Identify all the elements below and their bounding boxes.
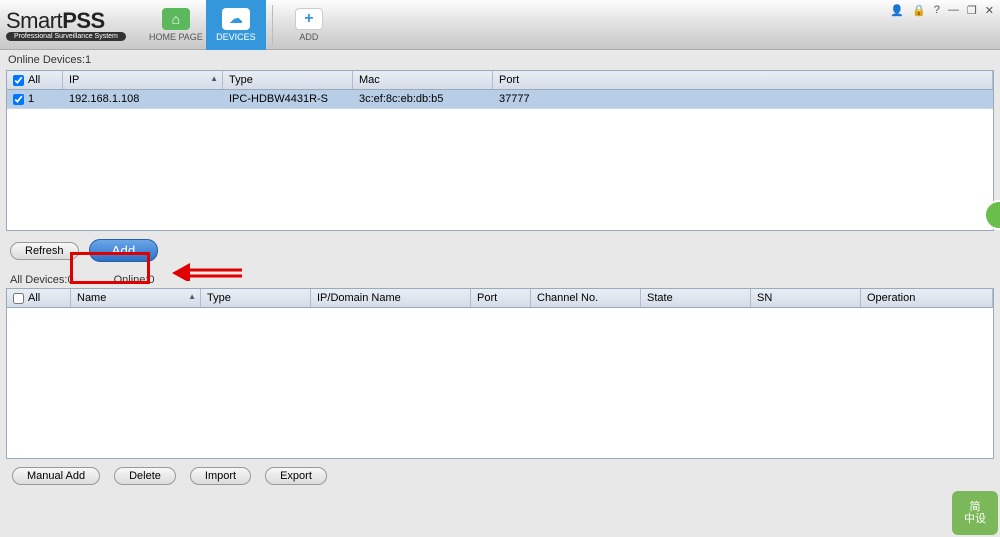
logo-subtitle: Professional Surveillance System	[6, 32, 126, 41]
col2-channel[interactable]: Channel No.	[531, 289, 641, 307]
close-icon[interactable]: ✕	[985, 4, 994, 17]
logo-main: Smart	[6, 8, 62, 33]
col2-name[interactable]: Name ▲	[71, 289, 201, 307]
sort-icon: ▲	[210, 74, 218, 83]
col-mac[interactable]: Mac	[353, 71, 493, 89]
logo-bold: PSS	[62, 8, 105, 33]
col2-all[interactable]: All	[7, 289, 71, 307]
row-index: 1	[28, 93, 34, 105]
online-devices-label: Online Devices:1	[0, 50, 1000, 70]
online-table-header: All IP ▲ Type Mac Port	[7, 71, 993, 90]
manual-add-button[interactable]: Manual Add	[12, 467, 100, 485]
help-icon[interactable]: ?	[934, 4, 940, 17]
nav-add-label: ADD	[299, 32, 318, 42]
online-table-body: 1 192.168.1.108 IPC-HDBW4431R-S 3c:ef:8c…	[7, 90, 993, 230]
import-button[interactable]: Import	[190, 467, 251, 485]
add-button[interactable]: Add	[89, 239, 159, 262]
online-devices-table: All IP ▲ Type Mac Port 1 192.168.1.108 I…	[6, 70, 994, 231]
lock-icon[interactable]: 🔒	[912, 4, 926, 17]
row-type: IPC-HDBW4431R-S	[223, 90, 353, 108]
col2-sn[interactable]: SN	[751, 289, 861, 307]
refresh-button[interactable]: Refresh	[10, 242, 79, 260]
all-table-body	[7, 308, 993, 458]
all-devices-online: Online:0	[114, 274, 155, 286]
app-header: SmartPSS Professional Surveillance Syste…	[0, 0, 1000, 50]
nav-devices-label: DEVICES	[216, 32, 256, 42]
lang-line1: 简	[970, 501, 981, 513]
plus-icon: +	[295, 8, 323, 30]
all-devices-table: All Name ▲ Type IP/Domain Name Port Chan…	[6, 288, 994, 459]
logo-block: SmartPSS Professional Surveillance Syste…	[6, 8, 126, 41]
col-type[interactable]: Type	[223, 71, 353, 89]
all-devices-count: All Devices:0	[10, 274, 74, 286]
maximize-icon[interactable]: ❐	[967, 4, 977, 17]
table-row[interactable]: 1 192.168.1.108 IPC-HDBW4431R-S 3c:ef:8c…	[7, 90, 993, 109]
col2-state[interactable]: State	[641, 289, 751, 307]
logo-text: SmartPSS	[6, 8, 126, 34]
select-all2-checkbox[interactable]	[13, 293, 24, 304]
online-action-row: Refresh Add	[0, 231, 1000, 270]
bottom-action-row: Manual Add Delete Import Export	[0, 459, 1000, 493]
nav-home-label: HOME PAGE	[149, 32, 203, 42]
row-mac: 3c:ef:8c:eb:db:b5	[353, 90, 493, 108]
col2-port[interactable]: Port	[471, 289, 531, 307]
col-ip-label: IP	[69, 74, 79, 86]
export-button[interactable]: Export	[265, 467, 327, 485]
row-checkbox[interactable]	[13, 94, 24, 105]
all-table-header: All Name ▲ Type IP/Domain Name Port Chan…	[7, 289, 993, 308]
minimize-icon[interactable]: —	[948, 4, 959, 17]
delete-button[interactable]: Delete	[114, 467, 176, 485]
col-all-label: All	[28, 74, 40, 86]
select-all-checkbox[interactable]	[13, 75, 24, 86]
col-port[interactable]: Port	[493, 71, 993, 89]
col2-type[interactable]: Type	[201, 289, 311, 307]
devices-icon: ☁	[222, 8, 250, 30]
lang-line2: 中设	[964, 513, 986, 525]
sort-icon: ▲	[188, 292, 196, 301]
row-check-cell: 1	[7, 90, 63, 108]
row-port: 37777	[493, 90, 993, 108]
col-all[interactable]: All	[7, 71, 63, 89]
col2-operation[interactable]: Operation	[861, 289, 993, 307]
nav-devices-tab[interactable]: ☁ DEVICES	[206, 0, 266, 50]
nav-add-tab[interactable]: + ADD	[279, 0, 339, 50]
row-ip: 192.168.1.108	[63, 90, 223, 108]
language-badge[interactable]: 简 中设	[952, 491, 998, 535]
col-ip[interactable]: IP ▲	[63, 71, 223, 89]
nav-home-tab[interactable]: ⌂ HOME PAGE	[146, 0, 206, 50]
col2-ip[interactable]: IP/Domain Name	[311, 289, 471, 307]
home-icon: ⌂	[162, 8, 190, 30]
user-icon[interactable]: 👤	[890, 4, 904, 17]
all-devices-status: All Devices:0 Online:0	[0, 270, 1000, 288]
window-controls: 👤 🔒 ? — ❐ ✕	[890, 4, 994, 17]
nav-separator	[272, 5, 273, 45]
